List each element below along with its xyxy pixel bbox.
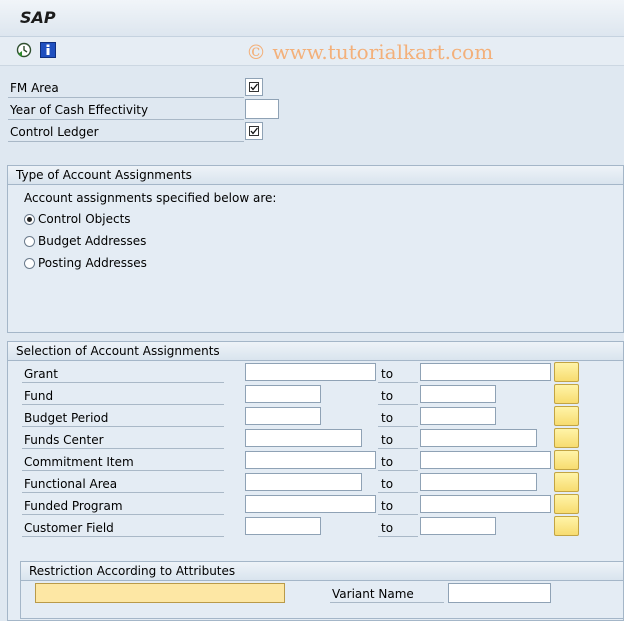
functional-area-label: Functional Area [24,477,118,491]
to-label: to [381,389,394,403]
funded-program-to-input[interactable] [420,495,551,513]
grant-multiple-selection-button[interactable] [554,362,579,382]
fm-area-checkbox[interactable] [245,78,263,96]
to-label: to [381,411,394,425]
posting-addresses-radio[interactable] [24,258,35,269]
group-title: Restriction According to Attributes [21,562,623,581]
fund-multiple-selection-button[interactable] [554,384,579,404]
budget-addresses-label: Budget Addresses [38,234,147,248]
commitment-item-multiple-selection-button[interactable] [554,450,579,470]
row-divider [8,119,244,120]
control-ledger-checkbox[interactable] [245,122,263,140]
row-divider [8,141,244,142]
group-title: Selection of Account Assignments [8,342,623,361]
row-divider [22,514,224,515]
row-divider [22,404,224,405]
functional-area-to-input[interactable] [420,473,537,491]
functional-area-from-input[interactable] [245,473,362,491]
funds-center-from-input[interactable] [245,429,362,447]
row-divider [378,426,418,427]
customer-field-to-input[interactable] [420,517,496,535]
budget-period-multiple-selection-button[interactable] [554,406,579,426]
fund-label: Fund [24,389,54,403]
row-divider [330,602,444,603]
row-divider [378,448,418,449]
row-divider [22,448,224,449]
fm-area-label: FM Area [10,81,59,95]
year-cash-effectivity-input[interactable] [245,99,279,119]
commitment-item-from-input[interactable] [245,451,376,469]
commitment-item-to-input[interactable] [420,451,551,469]
row-divider [22,426,224,427]
row-divider [378,536,418,537]
info-icon[interactable] [40,42,56,58]
customer-field-label: Customer Field [24,521,114,535]
grant-to-input[interactable] [420,363,551,381]
title-bar [0,0,624,37]
budget-period-label: Budget Period [24,411,109,425]
funds-center-label: Funds Center [24,433,104,447]
functional-area-multiple-selection-button[interactable] [554,472,579,492]
watermark: © www.tutorialkart.com [246,40,494,64]
grant-from-input[interactable] [245,363,376,381]
to-label: to [381,455,394,469]
check-icon [249,82,259,92]
row-divider [378,514,418,515]
commitment-item-label: Commitment Item [24,455,134,469]
account-assignment-prompt: Account assignments specified below are: [24,191,277,205]
execute-icon[interactable] [16,42,32,58]
customer-field-multiple-selection-button[interactable] [554,516,579,536]
group-title: Type of Account Assignments [8,166,623,185]
grant-label: Grant [24,367,58,381]
row-divider [22,470,224,471]
fund-from-input[interactable] [245,385,321,403]
funded-program-label: Funded Program [24,499,123,513]
attribute-restriction-button[interactable] [35,583,285,603]
row-divider [378,382,418,383]
year-cash-effectivity-label: Year of Cash Effectivity [10,103,149,117]
row-divider [8,97,244,98]
control-ledger-label: Control Ledger [10,125,99,139]
to-label: to [381,499,394,513]
variant-name-input[interactable] [448,583,551,603]
fund-to-input[interactable] [420,385,496,403]
row-divider [378,492,418,493]
funds-center-to-input[interactable] [420,429,537,447]
budget-period-from-input[interactable] [245,407,321,425]
customer-field-from-input[interactable] [245,517,321,535]
row-divider [378,470,418,471]
posting-addresses-label: Posting Addresses [38,256,147,270]
check-icon [249,126,259,136]
control-objects-label: Control Objects [38,212,131,226]
row-divider [22,382,224,383]
funds-center-multiple-selection-button[interactable] [554,428,579,448]
control-objects-radio[interactable] [24,214,35,225]
funded-program-multiple-selection-button[interactable] [554,494,579,514]
row-divider [378,404,418,405]
to-label: to [381,433,394,447]
to-label: to [381,367,394,381]
to-label: to [381,521,394,535]
page-title: SAP [20,8,56,27]
budget-period-to-input[interactable] [420,407,496,425]
to-label: to [381,477,394,491]
funded-program-from-input[interactable] [245,495,376,513]
row-divider [22,492,224,493]
budget-addresses-radio[interactable] [24,236,35,247]
row-divider [22,536,224,537]
variant-name-label: Variant Name [332,587,414,601]
